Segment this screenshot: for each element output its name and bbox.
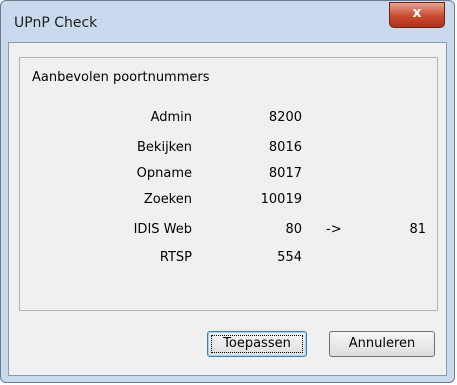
close-button[interactable]: x	[389, 2, 445, 28]
apply-button[interactable]: Toepassen	[207, 331, 307, 357]
port-label-zoeken: Zoeken	[143, 192, 192, 207]
port-mapping-arrow: ->	[326, 222, 342, 237]
port-label-bekijken: Bekijken	[137, 140, 192, 155]
apply-button-label: Toepassen	[223, 336, 291, 351]
port-value-rtsp: 554	[277, 250, 302, 265]
port-value-zoeken: 10019	[260, 192, 302, 207]
port-value-opname: 8017	[268, 166, 302, 181]
port-label-admin: Admin	[150, 110, 192, 125]
port-value-idis-web: 80	[285, 222, 302, 237]
dialog-window: UPnP Check x Aanbevolen poortnummers Adm…	[0, 0, 455, 383]
title-bar: UPnP Check x	[1, 1, 454, 35]
recommended-ports-group: Aanbevolen poortnummers Admin 8200 Bekij…	[19, 57, 438, 311]
window-title: UPnP Check	[14, 15, 98, 31]
cancel-button-label: Annuleren	[348, 336, 416, 351]
port-value-admin: 8200	[268, 110, 302, 125]
dialog-content: Aanbevolen poortnummers Admin 8200 Bekij…	[8, 42, 447, 376]
close-icon: x	[412, 5, 422, 21]
port-label-rtsp: RTSP	[159, 250, 192, 265]
group-title: Aanbevolen poortnummers	[32, 70, 210, 85]
port-label-opname: Opname	[136, 166, 192, 181]
cancel-button[interactable]: Annuleren	[329, 331, 435, 357]
port-external-idis-web: 81	[409, 222, 426, 237]
port-label-idis-web: IDIS Web	[133, 222, 192, 237]
port-value-bekijken: 8016	[268, 140, 302, 155]
